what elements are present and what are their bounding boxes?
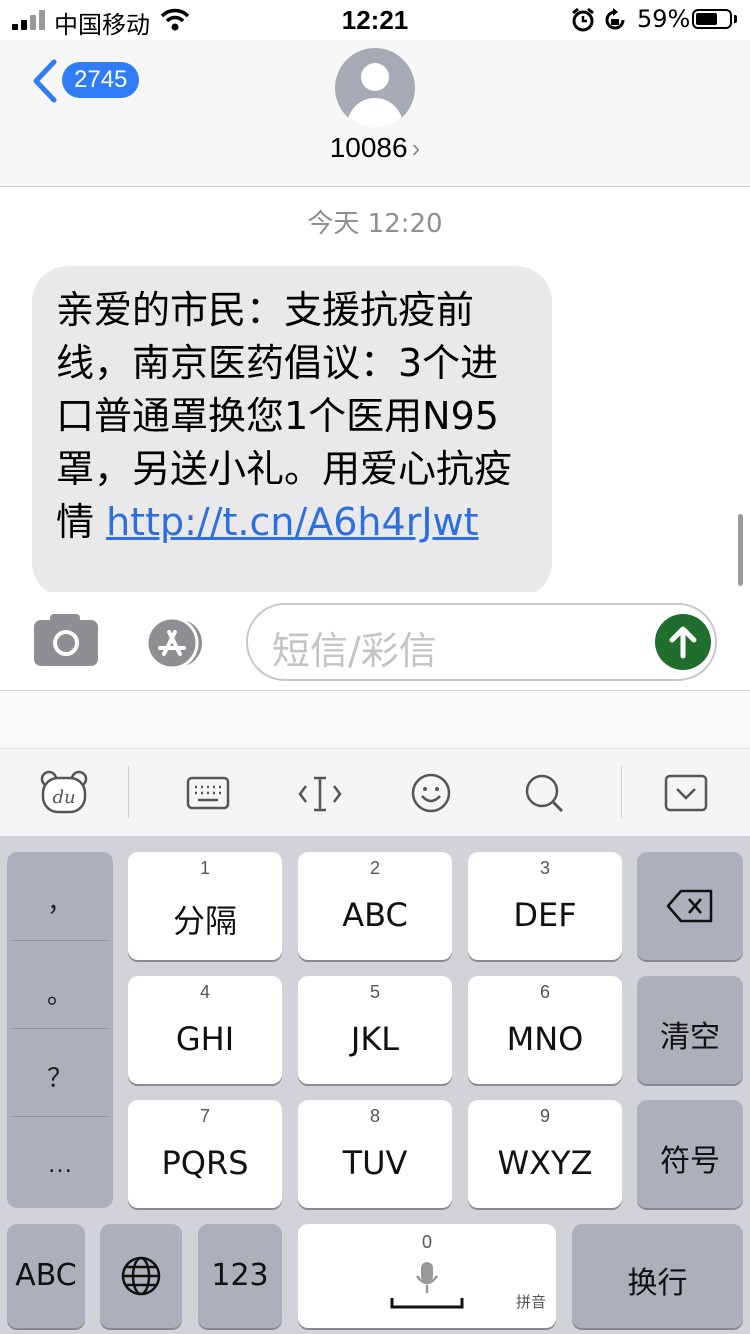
- back-chevron-icon[interactable]: [30, 58, 60, 104]
- key-number: 9: [539, 1106, 550, 1126]
- symbols-key[interactable]: 符号: [637, 1100, 743, 1208]
- space-key[interactable]: 0 拼音: [298, 1224, 556, 1328]
- key-2[interactable]: 2 ABC: [298, 852, 452, 960]
- microphone-icon: [415, 1262, 439, 1293]
- alarm-icon: [572, 7, 594, 32]
- camera-icon[interactable]: [34, 614, 98, 666]
- key-label: 清空: [660, 1020, 720, 1055]
- num123-key[interactable]: 123: [198, 1224, 282, 1328]
- message-timestamp: 今天 12:20: [307, 209, 443, 239]
- divider: [13, 940, 107, 941]
- key-label: 符号: [660, 1144, 720, 1179]
- key-label: MNO: [506, 1020, 584, 1058]
- battery-cap: [734, 15, 737, 23]
- send-button[interactable]: [655, 614, 711, 670]
- app-store-icon[interactable]: [140, 618, 210, 668]
- period-key[interactable]: 。: [7, 974, 113, 1062]
- key-label: WXYZ: [497, 1144, 593, 1182]
- key-number: 4: [199, 982, 210, 1002]
- rotation-lock-icon: [605, 8, 625, 30]
- key-5[interactable]: 5 JKL: [298, 976, 452, 1084]
- space-bar-icon: [390, 1298, 464, 1309]
- contact-number[interactable]: 10086: [330, 132, 408, 163]
- key-number: 3: [539, 858, 550, 878]
- clear-key[interactable]: 清空: [637, 976, 743, 1084]
- abc-key[interactable]: ABC: [7, 1224, 85, 1328]
- key-8[interactable]: 8 TUV: [298, 1100, 452, 1208]
- keyboard-icon[interactable]: [186, 776, 230, 810]
- keyboard-toolbar: [0, 748, 750, 837]
- arrow-up-icon: [669, 626, 697, 659]
- message-link[interactable]: http://t.cn/A6h4rJwt: [106, 500, 478, 544]
- search-icon[interactable]: [523, 772, 565, 814]
- pinyin-label: 拼音: [515, 1293, 546, 1311]
- key-label: 分隔: [172, 902, 237, 940]
- emoji-icon[interactable]: [410, 772, 452, 814]
- key-4[interactable]: 4 GHI: [128, 976, 282, 1084]
- back-unread-count[interactable]: 2745: [62, 62, 140, 98]
- key-label: DEF: [513, 896, 577, 934]
- punctuation-column[interactable]: ， 。 ？ …: [7, 852, 113, 1208]
- key-label: JKL: [350, 1020, 400, 1058]
- received-message-bubble[interactable]: 亲爱的市民：支援抗疫前线，南京医药倡议：3个进口普通罩换您1个医用N95罩，另送…: [32, 266, 552, 598]
- key-1[interactable]: 1 分隔: [128, 852, 282, 960]
- key-label: 123: [211, 1258, 269, 1293]
- divider: [13, 1028, 107, 1029]
- key-label: ABC: [342, 896, 408, 934]
- globe-key[interactable]: [100, 1224, 182, 1328]
- toolbar-divider: [621, 766, 622, 818]
- key-number: 8: [369, 1106, 380, 1126]
- key-label: GHI: [175, 1020, 235, 1058]
- ellipsis-key[interactable]: …: [7, 1148, 113, 1236]
- contact-avatar[interactable]: [335, 48, 415, 128]
- backspace-icon: [666, 889, 713, 923]
- key-9[interactable]: 9 WXYZ: [468, 1100, 622, 1208]
- svg-text:du: du: [52, 787, 75, 808]
- key-number: 6: [539, 982, 550, 1002]
- contact-name[interactable]: 10086 ›: [0, 132, 750, 164]
- comma-key[interactable]: ，: [7, 882, 113, 970]
- key-number: 2: [369, 858, 380, 878]
- key-number: 7: [199, 1106, 210, 1126]
- keyboard-gap: [0, 690, 750, 749]
- key-number: 0: [421, 1232, 432, 1252]
- cursor-icon[interactable]: [296, 774, 344, 814]
- toolbar-divider: [128, 766, 129, 818]
- key-3[interactable]: 3 DEF: [468, 852, 622, 960]
- divider: [13, 1116, 107, 1117]
- battery-icon: [692, 9, 732, 29]
- key-7[interactable]: 7 PQRS: [128, 1100, 282, 1208]
- battery-percent: 59%: [637, 5, 691, 33]
- question-key[interactable]: ？: [7, 1058, 113, 1146]
- scrollbar[interactable]: [738, 514, 743, 586]
- chevron-right-icon: ›: [411, 133, 421, 163]
- key-number: 1: [199, 858, 210, 878]
- message-input-placeholder: 短信/彩信: [272, 629, 437, 673]
- key-6[interactable]: 6 MNO: [468, 976, 622, 1084]
- key-label: PQRS: [161, 1144, 249, 1182]
- delete-key[interactable]: [637, 852, 743, 960]
- key-label: TUV: [342, 1144, 408, 1182]
- du-bear-icon[interactable]: du: [40, 770, 88, 814]
- key-label: ABC: [15, 1258, 77, 1293]
- key-number: 5: [369, 982, 380, 1002]
- collapse-keyboard-icon[interactable]: [664, 774, 708, 812]
- newline-key[interactable]: 换行: [572, 1224, 743, 1328]
- key-label: 换行: [627, 1266, 688, 1301]
- globe-icon: [121, 1256, 161, 1296]
